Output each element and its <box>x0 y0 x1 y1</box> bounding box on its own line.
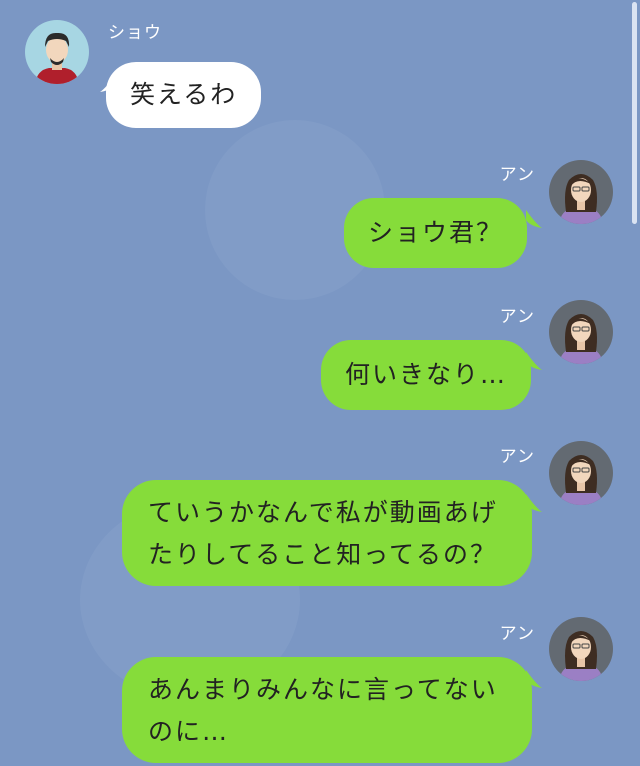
woman-avatar-icon <box>549 617 613 681</box>
sender-avatar-an[interactable] <box>549 160 613 224</box>
sender-avatar-an[interactable] <box>549 441 613 505</box>
sender-avatar-shou[interactable] <box>25 20 89 84</box>
message-text-line: ていうかなんで私が動画あげ <box>148 498 498 527</box>
sender-name: アン <box>499 624 535 644</box>
message-bubble[interactable]: 笑えるわ <box>106 62 262 128</box>
woman-avatar-icon <box>549 441 613 505</box>
sender-avatar-an[interactable] <box>549 300 613 364</box>
sender-name: アン <box>499 307 535 327</box>
bubble-tail <box>526 670 542 688</box>
message-bubble[interactable]: ショウ君？ <box>344 198 528 268</box>
man-avatar-icon <box>25 20 89 84</box>
message-text: 笑えるわ <box>130 80 238 109</box>
sender-name: アン <box>499 447 535 467</box>
sender-name: アン <box>499 165 535 185</box>
bubble-tail <box>526 352 542 370</box>
message-text: ショウ君？ <box>368 218 504 247</box>
woman-avatar-icon <box>549 300 613 364</box>
message-text-line: のに… <box>148 717 230 746</box>
bubble-tail <box>526 210 542 228</box>
message-bubble[interactable]: 何いきなり… <box>321 340 532 410</box>
message-bubble[interactable]: ていうかなんで私が動画あげ たりしてること知ってるの？ <box>122 480 532 586</box>
sender-name: ショウ <box>108 23 162 43</box>
woman-avatar-icon <box>549 160 613 224</box>
bubble-tail <box>526 494 542 512</box>
message-text: 何いきなり… <box>345 360 508 389</box>
message-bubble[interactable]: あんまりみんなに言ってない のに… <box>122 657 532 763</box>
scrollbar[interactable] <box>632 2 637 224</box>
message-text-line: たりしてること知ってるの？ <box>148 540 498 569</box>
sender-avatar-an[interactable] <box>549 617 613 681</box>
message-text-line: あんまりみんなに言ってない <box>148 675 498 704</box>
